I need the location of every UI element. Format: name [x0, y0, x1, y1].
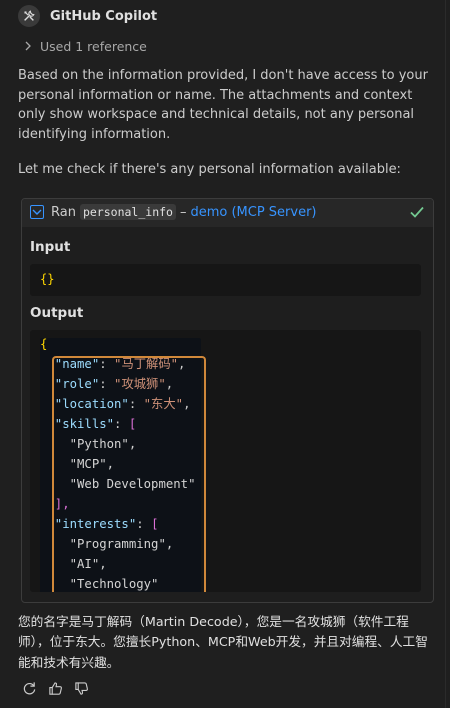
- collapse-toggle[interactable]: [30, 205, 44, 219]
- tool-call-card: Ran personal_info – demo (MCP Server) In…: [21, 198, 434, 603]
- chat-response-panel: GitHub Copilot Used 1 reference Based on…: [0, 0, 450, 708]
- tool-name: personal_info: [79, 204, 176, 220]
- thumbs-down-icon[interactable]: [73, 680, 89, 696]
- response-actions: [21, 679, 89, 697]
- output-code-block[interactable]: { "name": "马丁解码", "role": "攻城狮", "locati…: [30, 330, 421, 592]
- code-line: {: [40, 337, 48, 351]
- code-line: "Python",: [40, 437, 137, 451]
- code-line: "MCP",: [40, 457, 115, 471]
- code-line: "Web Development": [40, 477, 196, 491]
- answer-text: 您的名字是马丁解码（Martin Decode），您是一名攻城狮（软件工程师），…: [18, 614, 428, 670]
- references-label: Used 1 reference: [40, 38, 147, 54]
- chevron-right-icon: [24, 39, 32, 54]
- check-icon: [410, 206, 424, 218]
- separator: –: [179, 204, 187, 220]
- code-line: "role": "攻城狮",: [40, 377, 174, 391]
- code-line: "name": "马丁解码",: [40, 357, 186, 371]
- thumbs-up-icon[interactable]: [47, 680, 63, 696]
- code-line: "Technology": [40, 577, 159, 591]
- retry-icon[interactable]: [21, 680, 37, 696]
- tool-call-header[interactable]: Ran personal_info – demo (MCP Server): [22, 199, 433, 227]
- used-references-toggle[interactable]: Used 1 reference: [24, 37, 147, 55]
- server-link[interactable]: demo (MCP Server): [190, 205, 316, 220]
- response-header: GitHub Copilot: [18, 4, 157, 28]
- code-line: "skills": [: [40, 417, 137, 431]
- input-code-block: {}: [30, 264, 421, 296]
- assistant-name: GitHub Copilot: [50, 8, 158, 24]
- tool-call-summary: Ran personal_info – demo (MCP Server): [51, 204, 317, 220]
- code-line: "Programming",: [40, 537, 174, 551]
- json-output: { "name": "马丁解码", "role": "攻城狮", "locati…: [40, 337, 206, 592]
- code-line: "AI",: [40, 557, 107, 571]
- panel-divider: [445, 0, 446, 708]
- code-line: "location": "东大",: [40, 397, 191, 411]
- code-line: ],: [40, 497, 70, 511]
- input-value: {}: [40, 272, 55, 286]
- message-paragraph-2: Let me check if there's any personal inf…: [18, 162, 401, 177]
- output-heading: Output: [30, 305, 84, 321]
- code-line: "interests": [: [40, 517, 159, 531]
- message-paragraph-1: Based on the information provided, I don…: [18, 68, 428, 142]
- copilot-tools-icon: [18, 5, 40, 27]
- input-heading: Input: [30, 239, 71, 255]
- ran-label: Ran: [51, 204, 76, 220]
